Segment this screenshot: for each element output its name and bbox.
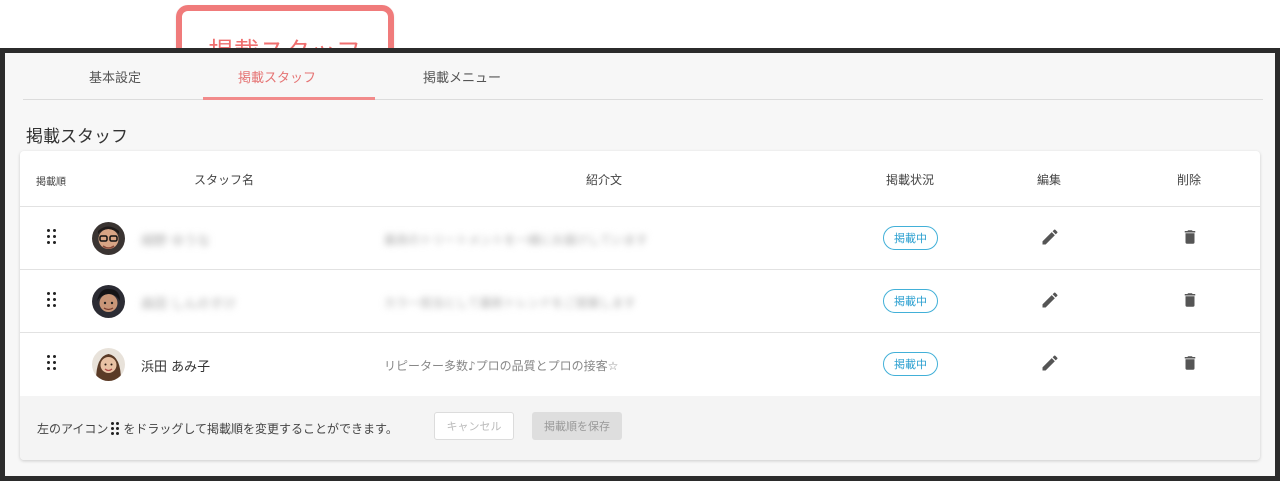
status-badge: 掲載中: [883, 289, 938, 313]
header-status: 掲載状況: [886, 173, 935, 187]
hint-text-before: 左のアイコン: [37, 422, 109, 436]
pencil-icon[interactable]: [1040, 227, 1060, 247]
cancel-button[interactable]: キャンセル: [434, 412, 514, 440]
avatar: [92, 348, 125, 381]
pencil-icon[interactable]: [1040, 353, 1060, 373]
trash-icon[interactable]: [1181, 227, 1199, 247]
reorder-hint: 左のアイコン をドラッグして掲載順を変更することができます。: [37, 420, 398, 437]
staff-name: 細野 ゆうな: [141, 234, 211, 249]
active-tab-indicator: [203, 97, 375, 100]
staff-intro: リピーター多数♪プロの品質とプロの接客☆: [384, 359, 619, 373]
avatar: [92, 285, 125, 318]
header-intro: 紹介文: [586, 173, 623, 187]
save-order-button[interactable]: 掲載順を保存: [532, 412, 622, 440]
staff-name: 浜田 あみ子: [141, 360, 211, 375]
staff-intro: カラー担当として最新トレンドをご提案します: [384, 296, 636, 310]
drag-handle-icon[interactable]: [47, 229, 57, 245]
header-edit: 編集: [1037, 173, 1062, 187]
table-row: 浜田 あみ子 リピーター多数♪プロの品質とプロの接客☆ 掲載中: [20, 333, 1260, 396]
app-frame: 基本設定 掲載スタッフ 掲載メニュー 掲載スタッフ 掲載順 スタッフ名 紹介文 …: [0, 48, 1280, 481]
hint-text-after: をドラッグして掲載順を変更することができます。: [123, 422, 398, 436]
header-order: 掲載順: [36, 177, 66, 188]
status-badge: 掲載中: [883, 352, 938, 376]
drag-handle-icon: [111, 421, 120, 436]
trash-icon[interactable]: [1181, 353, 1199, 373]
page-title: 掲載スタッフ: [26, 127, 128, 147]
avatar: [92, 222, 125, 255]
header-staff-name: スタッフ名: [194, 173, 255, 187]
table-header: 掲載順 スタッフ名 紹介文 掲載状況 編集 削除: [20, 151, 1260, 207]
table-footer: 左のアイコン をドラッグして掲載順を変更することができます。 キャンセル 掲載順…: [20, 396, 1260, 460]
status-badge: 掲載中: [883, 226, 938, 250]
drag-handle-icon[interactable]: [47, 355, 57, 371]
tab-basic-settings[interactable]: 基本設定: [89, 67, 141, 86]
tab-listed-menu[interactable]: 掲載メニュー: [423, 67, 501, 86]
tab-bar: 基本設定 掲載スタッフ 掲載メニュー: [23, 53, 1263, 100]
tab-listed-staff[interactable]: 掲載スタッフ: [238, 67, 316, 86]
drag-handle-icon[interactable]: [47, 292, 57, 308]
table-row: 森田 しんのすけ カラー担当として最新トレンドをご提案します 掲載中: [20, 270, 1260, 333]
staff-intro: 最高のトリートメントを一緒にお届けしています: [384, 233, 648, 247]
pencil-icon[interactable]: [1040, 290, 1060, 310]
trash-icon[interactable]: [1181, 290, 1199, 310]
header-delete: 削除: [1177, 173, 1202, 187]
table-row: 細野 ゆうな 最高のトリートメントを一緒にお届けしています 掲載中: [20, 207, 1260, 270]
staff-name: 森田 しんのすけ: [141, 297, 237, 312]
staff-table-card: 掲載順 スタッフ名 紹介文 掲載状況 編集 削除 細野 ゆうな 最高のトリートメ…: [20, 151, 1260, 460]
